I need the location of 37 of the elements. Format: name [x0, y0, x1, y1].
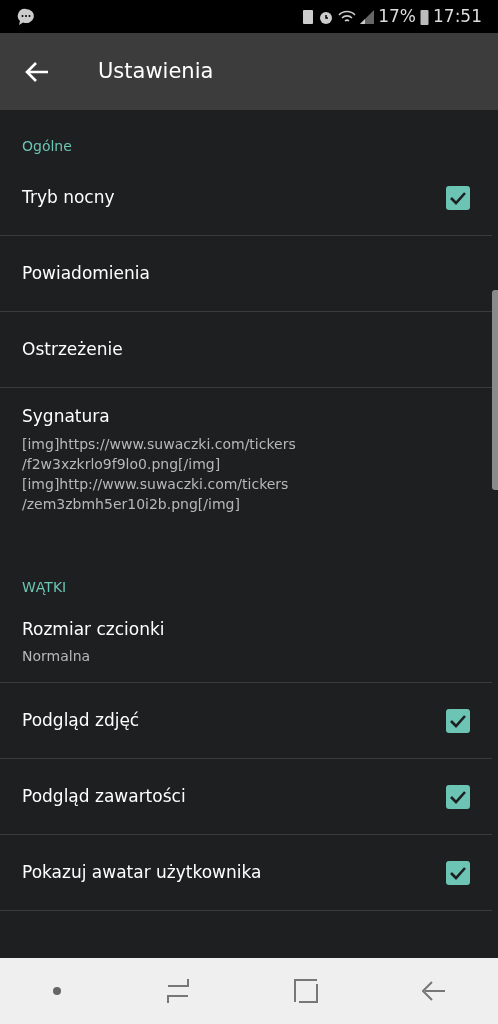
back-icon[interactable]	[422, 979, 446, 1003]
checkbox[interactable]	[446, 709, 470, 733]
message-icon	[16, 6, 36, 27]
setting-title: Powiadomienia	[22, 261, 151, 285]
section-header: WĄTKI	[22, 578, 67, 595]
settings-row[interactable]: Rozmiar czcionki Normalna	[0, 600, 492, 684]
section-header: Ogólne	[22, 138, 72, 154]
settings-row[interactable]: Pokazuj awatar użytkownika	[0, 835, 492, 912]
back-button[interactable]	[24, 59, 50, 84]
setting-summary: Normalna	[22, 647, 92, 667]
setting-title: Pokazuj awatar użytkownika	[22, 861, 263, 885]
wifi-icon	[338, 8, 357, 25]
dot-icon[interactable]	[52, 986, 62, 996]
checkbox[interactable]	[446, 861, 470, 885]
home-icon[interactable]	[294, 979, 318, 1003]
clock: 17:51	[433, 4, 482, 28]
signal-icon	[360, 9, 375, 24]
settings-row[interactable]: Powiadomienia	[0, 236, 492, 312]
recent-apps-icon[interactable]	[166, 978, 190, 1004]
checkbox[interactable]	[446, 785, 470, 809]
setting-title: Podgląd zawartości	[22, 785, 187, 809]
scrollbar[interactable]	[492, 290, 498, 490]
battery-saver-icon	[302, 8, 315, 25]
battery-icon	[420, 8, 429, 25]
setting-summary: [img]https://www.suwaczki.com/tickers /f2w3xzkrlo9f9lo0.png[/img] [img]http://www.suwaczki.com/tickers /zem3zbmh5er10i2b.png[/img]	[22, 434, 297, 515]
setting-title: Rozmiar czcionki	[22, 617, 166, 641]
setting-title: Podgląd zdjęć	[22, 709, 141, 733]
screen-title: Ustawienia	[98, 57, 214, 85]
battery-percent: 17%	[378, 4, 416, 28]
settings-row[interactable]: Podgląd zdjęć	[0, 683, 492, 760]
setting-title: Ostrzeżenie	[22, 337, 124, 361]
setting-title: Tryb nocny	[22, 185, 116, 209]
settings-row[interactable]: Sygnatura [img]https://www.suwaczki.com/tickers /f2w3xzkrlo9f9lo0.png[/img] [img]http://www.suwaczki.com/tickers /zem3zbmh5er10i2b.png[/img]	[0, 388, 492, 551]
setting-title: Sygnatura	[22, 405, 111, 428]
checkbox[interactable]	[446, 185, 470, 210]
settings-row[interactable]: Tryb nocny	[0, 160, 492, 236]
settings-row[interactable]: Podgląd zawartości	[0, 759, 492, 836]
